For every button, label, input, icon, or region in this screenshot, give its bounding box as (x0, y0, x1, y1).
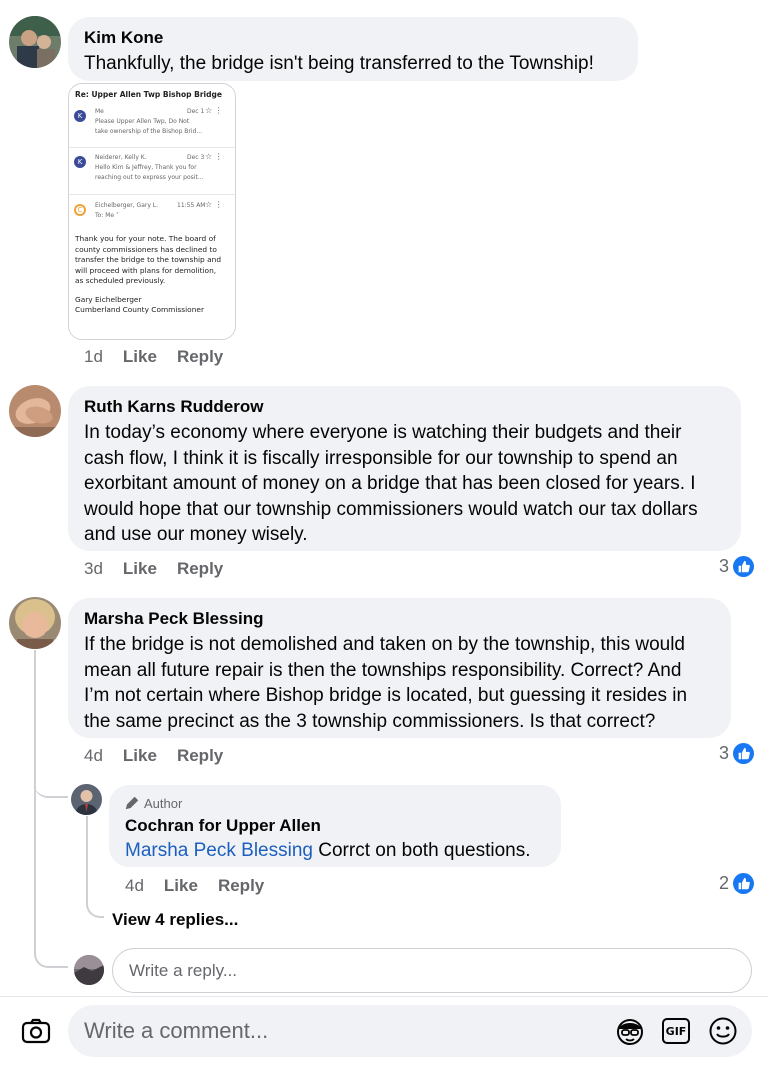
comment-input[interactable]: Write a comment... (68, 1005, 752, 1057)
thread-line (86, 816, 88, 896)
star-more-icon: ☆ ⋮ (205, 106, 223, 115)
avatar-current-user (74, 955, 104, 985)
reaction-count[interactable]: 3 (719, 556, 755, 577)
comment-author[interactable]: Marsha Peck Blessing (84, 608, 715, 630)
reaction-count-value: 2 (719, 873, 730, 893)
reply-actions: 4d Like Reply (125, 876, 284, 896)
reply-bubble-cochran: Author Cochran for Upper Allen Marsha Pe… (109, 785, 561, 867)
reply-input[interactable]: Write a reply... (112, 948, 752, 993)
email-snippet-line: reaching out to express your posit... (95, 174, 204, 181)
comment-timestamp[interactable]: 3d (84, 559, 103, 579)
reply-button[interactable]: Reply (177, 746, 223, 766)
comment-author[interactable]: Cochran for Upper Allen (125, 815, 545, 837)
comment-bubble-ruth-karns-rudderow: Ruth Karns Rudderow In today’s economy w… (68, 386, 741, 551)
comment-timestamp[interactable]: 4d (84, 746, 103, 766)
email-message-row: K Me Dec 1 ☆ ⋮ Please Upper Allen Twp, D… (69, 106, 235, 146)
email-from: Neiderer, Kelly K. (95, 154, 147, 161)
pencil-icon (125, 796, 139, 810)
email-divider (69, 147, 235, 148)
thread-connector (86, 896, 104, 918)
comment-text: Thankfully, the bridge isn't being trans… (84, 53, 594, 74)
email-avatar: K (74, 110, 86, 122)
reply-button[interactable]: Reply (218, 876, 264, 896)
like-button[interactable]: Like (123, 746, 157, 766)
email-date: 11:55 AM (177, 202, 206, 209)
author-badge: Author (125, 794, 545, 812)
avatar-cochran-for-upper-allen[interactable] (71, 784, 102, 815)
email-snippet-line: take ownership of the Bishop Brid... (95, 128, 203, 135)
email-subject: Re: Upper Allen Twp Bishop Bridge (75, 90, 222, 99)
comment-timestamp[interactable]: 1d (84, 347, 103, 367)
reaction-count[interactable]: 2 (719, 873, 755, 894)
gif-icon[interactable]: GIF (661, 1017, 691, 1045)
comment-timestamp[interactable]: 4d (125, 876, 144, 896)
email-body: Thank you for your note. The board of co… (75, 234, 222, 314)
like-button[interactable]: Like (123, 559, 157, 579)
reaction-count-value: 3 (719, 556, 730, 576)
avatar-ruth-karns-rudderow[interactable] (9, 385, 61, 437)
comment-text: If the bridge is not demolished and take… (84, 634, 688, 732)
reply-placeholder: Write a reply... (129, 960, 238, 980)
comment-actions: 3d Like Reply (84, 559, 243, 579)
attached-email-screenshot[interactable]: Re: Upper Allen Twp Bishop Bridge K Me D… (68, 83, 236, 340)
email-to-line: To: Me ˅ (95, 212, 120, 219)
email-from: Eichelberger, Gary L. (95, 202, 159, 209)
reply-button[interactable]: Reply (177, 347, 223, 367)
avatar-sticker-icon[interactable] (614, 1016, 646, 1046)
thread-connector (34, 770, 68, 798)
like-reaction-icon (733, 556, 755, 577)
like-reaction-icon (733, 743, 755, 764)
comment-text: In today’s economy where everyone is wat… (84, 422, 698, 545)
email-from: Me (95, 108, 104, 115)
email-divider (69, 194, 235, 195)
reaction-count-value: 3 (719, 743, 730, 763)
like-reaction-icon (733, 873, 755, 894)
emoji-icon[interactable] (707, 1016, 739, 1046)
email-avatar: K (74, 156, 86, 168)
avatar-kim-kone[interactable] (9, 16, 61, 68)
reply-button[interactable]: Reply (177, 559, 223, 579)
comment-author[interactable]: Ruth Karns Rudderow (84, 396, 725, 418)
mention-link[interactable]: Marsha Peck Blessing (125, 840, 313, 861)
email-message-row: C Eichelberger, Gary L. 11:55 AM ☆ ⋮ To:… (69, 200, 235, 230)
reaction-count[interactable]: 3 (719, 743, 755, 764)
email-date: Dec 3 (187, 154, 205, 161)
view-replies-link[interactable]: View 4 replies... (112, 910, 238, 930)
avatar-marsha-peck-blessing[interactable] (9, 597, 61, 649)
like-button[interactable]: Like (164, 876, 198, 896)
comment-bubble-kim-kone: Kim Kone Thankfully, the bridge isn't be… (68, 17, 638, 81)
comment-placeholder: Write a comment... (84, 1018, 269, 1043)
camera-icon[interactable] (20, 1016, 52, 1046)
comment-actions: 1d Like Reply (84, 347, 243, 367)
email-snippet-line: Please Upper Allen Twp, Do Not (95, 118, 190, 125)
email-date: Dec 1 (187, 108, 205, 115)
thread-line (34, 650, 36, 946)
comment-actions: 4d Like Reply (84, 746, 243, 766)
thread-connector (34, 940, 68, 968)
comment-text: Marsha Peck Blessing Corrct on both ques… (125, 840, 531, 861)
comment-bubble-marsha-peck-blessing: Marsha Peck Blessing If the bridge is no… (68, 598, 731, 738)
like-button[interactable]: Like (123, 347, 157, 367)
comment-author[interactable]: Kim Kone (84, 27, 622, 49)
star-more-icon: ☆ ⋮ (205, 152, 223, 161)
email-snippet-line: Hello Kim & Jeffrey, Thank you for (95, 164, 197, 171)
star-more-icon: ☆ ⋮ (205, 200, 223, 209)
email-message-row: K Neiderer, Kelly K. Dec 3 ☆ ⋮ Hello Kim… (69, 152, 235, 192)
email-avatar: C (74, 204, 86, 216)
